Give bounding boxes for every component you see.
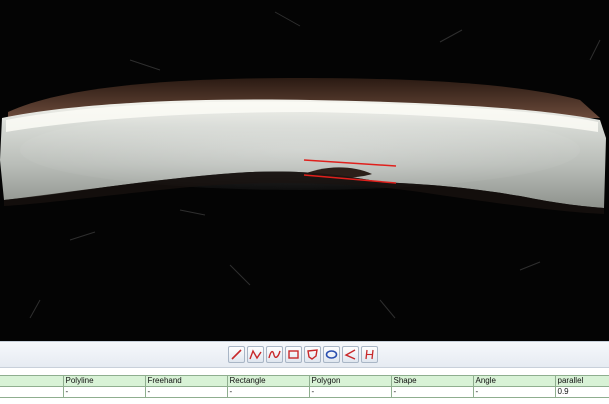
header-cell [0,375,64,387]
header-shape: Shape [391,375,474,387]
value-angle: - [473,386,556,398]
value-cell [0,386,64,398]
polygon-tool-button[interactable] [304,346,321,363]
shape-tool-button[interactable] [323,346,340,363]
polygon-tool-icon [307,349,318,360]
value-rectangle: - [227,386,310,398]
value-polygon: - [309,386,392,398]
ellipse-tool-icon [325,350,338,359]
value-freehand: - [145,386,228,398]
results-header-row: Polyline Freehand Rectangle Polygon Shap… [0,375,609,387]
measurement-toolbar [0,341,609,368]
results-value-row: - - - - - - 0.9 [0,386,609,398]
freehand-tool-button[interactable] [266,346,283,363]
header-polyline: Polyline [63,375,146,387]
measurement-results-table: Polyline Freehand Rectangle Polygon Shap… [0,375,609,398]
line-tool-button[interactable] [228,346,245,363]
angle-tool-icon [344,349,356,360]
polyline-tool-button[interactable] [247,346,264,363]
rectangle-tool-button[interactable] [285,346,302,363]
freehand-tool-icon [268,350,281,359]
microscope-image-viewport[interactable] [0,0,609,341]
parallel-tool-button[interactable] [361,346,378,363]
angle-tool-button[interactable] [342,346,359,363]
polyline-tool-icon [249,349,262,360]
parallel-tool-icon [365,349,374,360]
header-rectangle: Rectangle [227,375,310,387]
value-parallel: 0.9 [555,386,609,398]
line-tool-icon [231,349,242,360]
measurement-app: Polyline Freehand Rectangle Polygon Shap… [0,0,609,404]
header-parallel: parallel [555,375,609,387]
value-shape: - [391,386,474,398]
header-freehand: Freehand [145,375,228,387]
tool-group [228,346,378,363]
value-polyline: - [63,386,146,398]
header-polygon: Polygon [309,375,392,387]
specimen-image [0,0,609,341]
rectangle-tool-icon [288,350,299,359]
header-angle: Angle [473,375,556,387]
